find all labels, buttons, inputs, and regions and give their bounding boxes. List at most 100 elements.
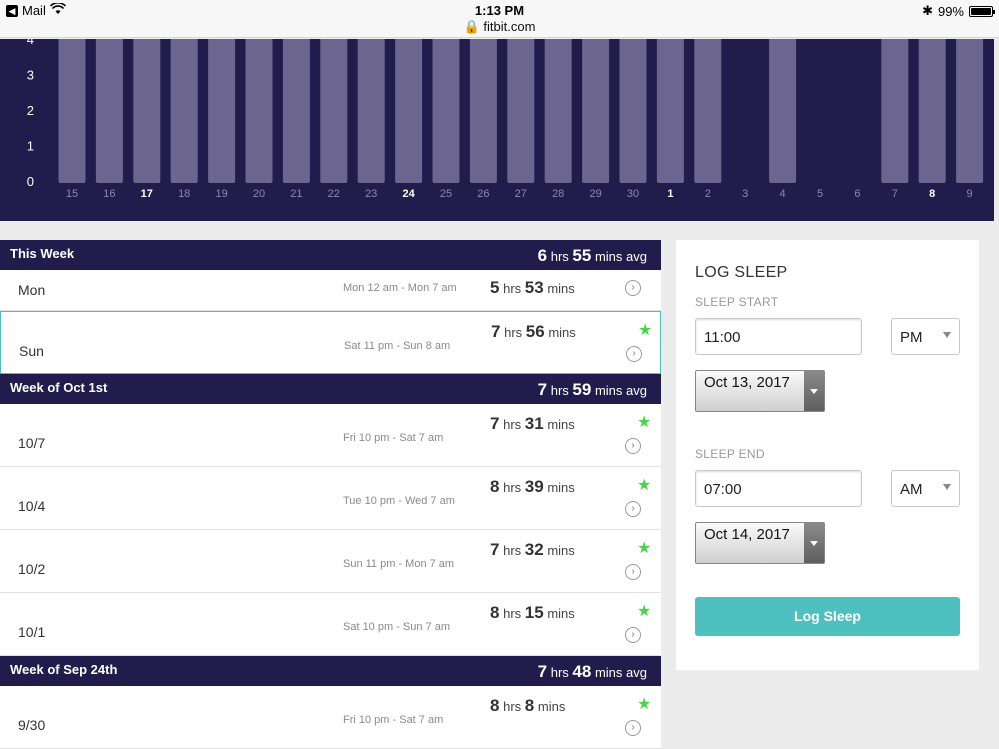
chevron-right-icon[interactable]: › — [625, 627, 641, 643]
chevron-right-icon[interactable]: › — [625, 501, 641, 517]
chart-bar[interactable] — [507, 39, 535, 183]
sleep-row[interactable]: 10/2 Sun 11 pm - Mon 7 am 7 hrs 32 mins ★ › — [0, 530, 661, 593]
duration-minutes: 32 — [524, 540, 544, 559]
x-tick-label: 25 — [440, 188, 452, 200]
sleep-row[interactable]: 10/7 Fri 10 pm - Sat 7 am 7 hrs 31 mins ★ › — [0, 404, 661, 467]
chart-bar[interactable] — [544, 39, 572, 183]
chart-bar[interactable] — [656, 39, 684, 183]
chevron-down-icon — [943, 332, 951, 338]
hrs-unit: hrs — [504, 325, 523, 340]
chart-bar[interactable] — [58, 39, 86, 183]
duration-minutes: 8 — [524, 696, 535, 715]
duration-hours: 7 — [491, 322, 501, 341]
sleep-row[interactable]: Sun Sat 11 pm - Sun 8 am 7 hrs 56 mins ★ › — [0, 311, 661, 374]
x-tick-label: 6 — [854, 188, 860, 200]
chart-bar[interactable] — [956, 39, 984, 183]
avg-label: avg — [626, 383, 647, 398]
chevron-right-icon[interactable]: › — [625, 438, 641, 454]
log-sleep-title: LOG SLEEP — [695, 264, 788, 281]
hrs-unit: hrs — [550, 383, 569, 398]
chart-bar[interactable] — [395, 39, 423, 183]
sleep-end-date-select[interactable]: Oct 14, 2017 — [695, 522, 825, 564]
mins-unit: mins — [547, 480, 575, 495]
x-tick-label: 27 — [515, 188, 527, 200]
chevron-right-icon[interactable]: › — [625, 564, 641, 580]
battery-icon — [969, 5, 995, 17]
sleep-start-date-select[interactable]: Oct 13, 2017 — [695, 370, 825, 412]
sleep-start-ampm-select[interactable]: PM — [891, 318, 960, 355]
chart-bar[interactable] — [582, 39, 610, 183]
log-sleep-button[interactable]: Log Sleep — [695, 597, 960, 636]
week-average: 7 hrs 59 mins avg — [538, 380, 647, 400]
chevron-right-icon[interactable]: › — [625, 280, 641, 296]
x-tick-label: 23 — [365, 188, 377, 200]
hrs-unit: hrs — [550, 249, 569, 264]
sleep-time-range: Fri 10 pm - Sat 7 am — [343, 431, 444, 444]
sleep-row[interactable]: 9/30 Fri 10 pm - Sat 7 am 8 hrs 8 mins ★ › — [0, 686, 661, 749]
avg-hours: 6 — [537, 246, 548, 265]
sleep-day: 9/30 — [18, 716, 46, 733]
y-tick-label: 0 — [27, 174, 34, 189]
status-right: ✱ 99% — [922, 3, 995, 19]
chart-bar[interactable] — [245, 39, 273, 183]
mins-unit: mins — [548, 325, 576, 340]
week-header: Week of Oct 1st 7 hrs 59 mins avg — [0, 374, 661, 404]
x-tick-label: 5 — [817, 188, 823, 200]
x-tick-label: 21 — [290, 188, 302, 200]
sleep-chart: 0 1 2 3 4 15 16 17 18 19 20 21 22 23 24 25 26 27 28 29 30 1 2 3… — [0, 39, 994, 221]
y-tick-label: 3 — [27, 68, 34, 83]
sleep-day: Sun — [19, 342, 44, 359]
sleep-row[interactable]: Mon Mon 12 am - Mon 7 am 5 hrs 53 mins › — [0, 270, 661, 311]
x-tick-label: 2 — [705, 188, 711, 200]
chevron-right-icon[interactable]: › — [626, 346, 642, 362]
avg-hours: 7 — [537, 662, 548, 681]
chart-bar[interactable] — [619, 39, 647, 183]
chevron-right-icon[interactable]: › — [625, 720, 641, 736]
chart-bar[interactable] — [208, 39, 236, 183]
chart-bar[interactable] — [918, 39, 946, 183]
chart-bar[interactable] — [133, 39, 161, 183]
chart-bar[interactable] — [95, 39, 123, 183]
chart-bar[interactable] — [282, 39, 310, 183]
sleep-start-label: SLEEP START — [695, 295, 779, 309]
hrs-unit: hrs — [503, 606, 522, 621]
sleep-end-ampm-select[interactable]: AM — [891, 470, 960, 507]
chart-bar[interactable] — [694, 39, 722, 183]
sleep-duration: 7 hrs 32 mins — [490, 540, 575, 560]
chart-bar[interactable] — [432, 39, 460, 183]
sleep-duration: 7 hrs 31 mins — [490, 414, 575, 434]
sleep-row[interactable]: 10/4 Tue 10 pm - Wed 7 am 8 hrs 39 mins ★ › — [0, 467, 661, 530]
chart-bar[interactable] — [357, 39, 385, 183]
avg-label: avg — [626, 665, 647, 680]
battery-percent: 99% — [937, 3, 964, 19]
sleep-duration: 8 hrs 15 mins — [490, 603, 575, 623]
sleep-start-date-value: Oct 13, 2017 — [704, 374, 790, 391]
chart-bar[interactable] — [881, 39, 909, 183]
mins-unit: mins — [537, 699, 566, 714]
y-tick-label: 1 — [27, 139, 34, 154]
sleep-log-list: This Week 6 hrs 55 mins avg Mon Mon 12 am -… — [0, 240, 661, 749]
hrs-unit: hrs — [503, 543, 522, 558]
chart-bar[interactable] — [320, 39, 348, 183]
x-tick-label: 16 — [103, 188, 115, 200]
star-icon: ★ — [637, 603, 652, 620]
sleep-end-ampm-value: AM — [900, 481, 923, 498]
address-bar[interactable]: 🔒 fitbit.com — [0, 19, 999, 35]
dropdown-arrow-icon[interactable] — [804, 371, 824, 411]
chart-bar[interactable] — [170, 39, 198, 183]
sleep-row[interactable]: 10/1 Sat 10 pm - Sun 7 am 8 hrs 15 mins ★ › — [0, 593, 661, 656]
dropdown-arrow-icon[interactable] — [804, 523, 824, 563]
sleep-start-ampm-value: PM — [900, 329, 923, 346]
chevron-down-icon — [943, 484, 951, 490]
duration-minutes: 15 — [524, 603, 544, 622]
url-text[interactable]: fitbit.com — [483, 19, 535, 34]
chart-bar[interactable] — [469, 39, 497, 183]
sleep-end-time-input[interactable]: 07:00 — [695, 470, 862, 507]
sleep-day: 10/7 — [18, 434, 46, 451]
x-tick-label: 18 — [178, 188, 190, 200]
week-average: 6 hrs 55 mins avg — [538, 246, 647, 266]
y-tick-label: 4 — [27, 39, 34, 47]
sleep-day: 10/1 — [18, 623, 46, 640]
sleep-start-time-input[interactable]: 11:00 — [695, 318, 862, 355]
chart-bar[interactable] — [769, 39, 797, 183]
